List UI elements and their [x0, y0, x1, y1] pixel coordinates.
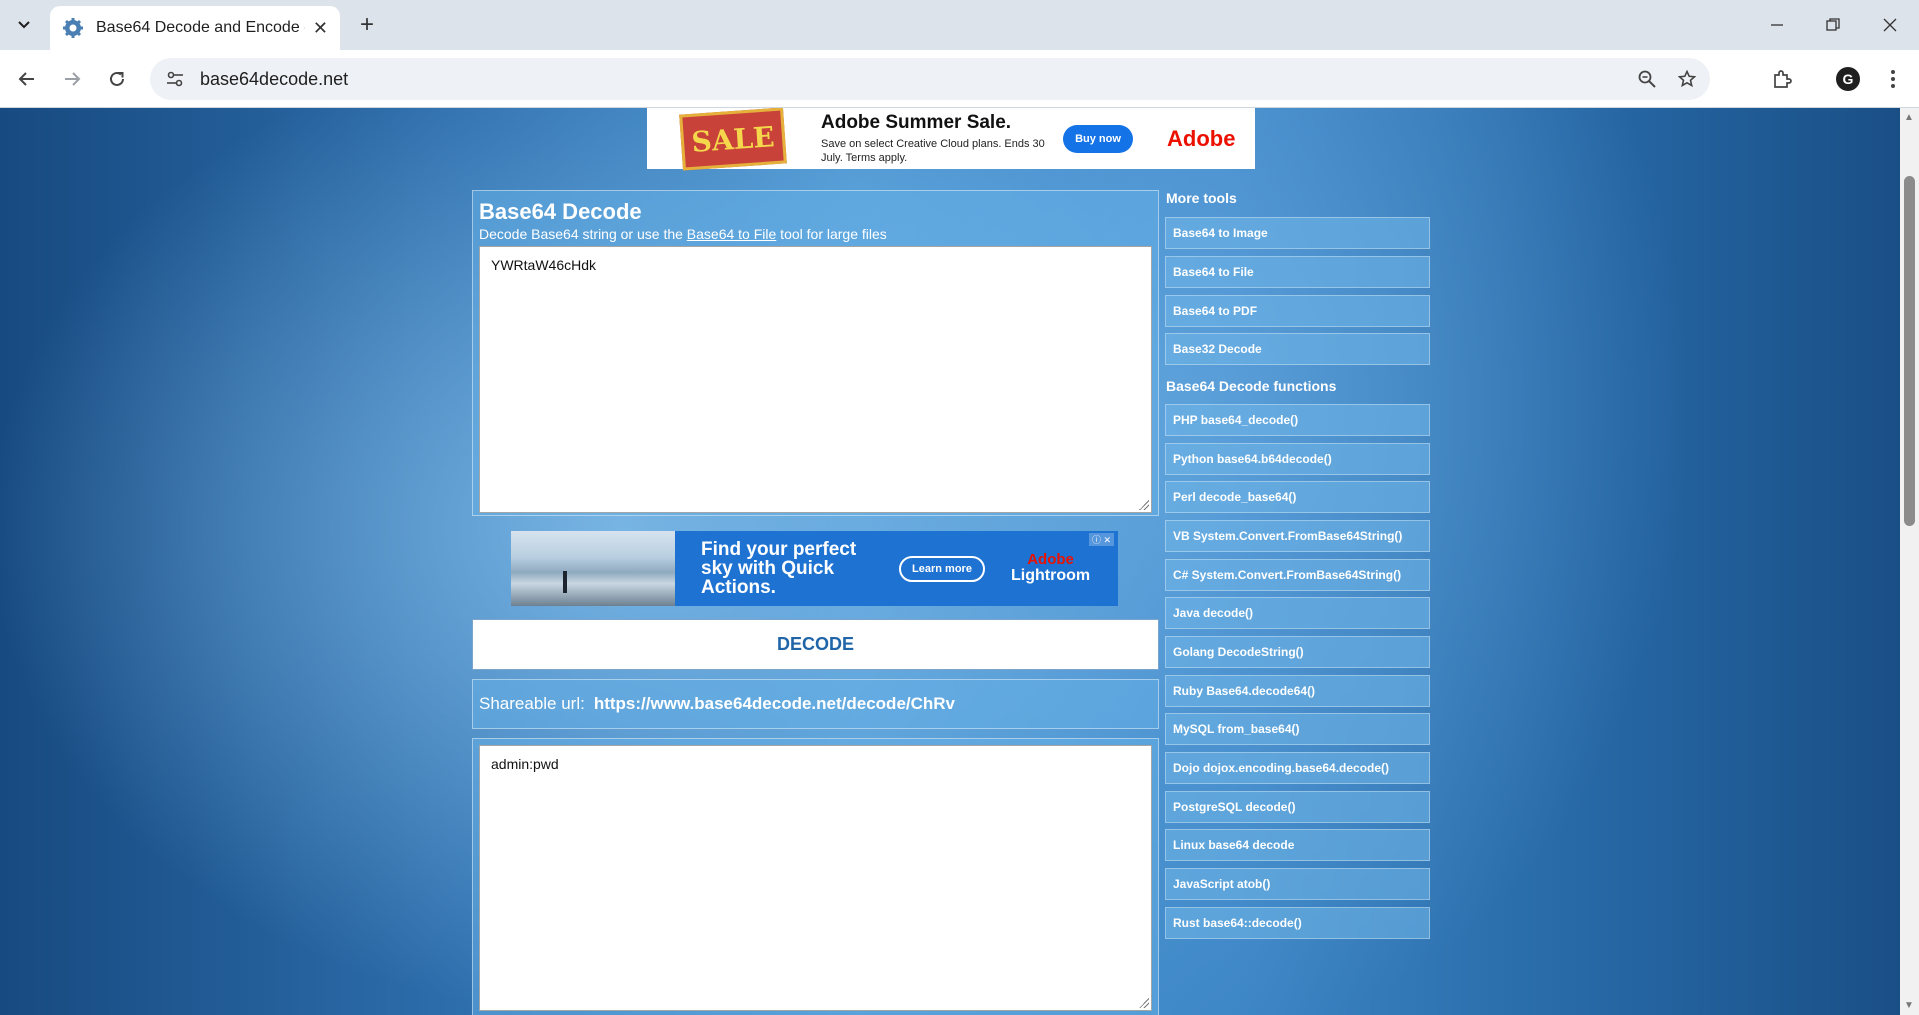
ad-sale-badge: SALE	[679, 108, 787, 171]
desc-prefix: Decode Base64 string or use the	[479, 226, 687, 242]
decode-panel: Base64 Decode Decode Base64 string or us…	[472, 190, 1159, 516]
sidebar-item-dojo[interactable]: Dojo dojox.encoding.base64.decode()	[1165, 752, 1430, 784]
gear-favicon-icon	[63, 18, 83, 38]
ad-brand-logo: Adobe	[1167, 125, 1236, 151]
tab-title: Base64 Decode and Encode - O	[96, 19, 305, 36]
bookmark-star-icon[interactable]	[1670, 62, 1704, 96]
tab-strip: Base64 Decode and Encode - O ✕ +	[0, 0, 1919, 50]
ad-lr-adobe: Adobe	[1027, 551, 1074, 569]
ad-sky-photo	[511, 531, 675, 606]
scroll-up-arrow-icon[interactable]: ▲	[1904, 112, 1914, 123]
input-text: YWRtaW46cHdk	[491, 257, 597, 273]
page-viewport: SALE Adobe Summer Sale. Save on select C…	[0, 108, 1900, 1015]
sidebar-item-linux[interactable]: Linux base64 decode	[1165, 829, 1430, 861]
restore-icon[interactable]	[1813, 8, 1853, 42]
ad-photo-figure	[563, 571, 567, 593]
sidebar-item-golang[interactable]: Golang DecodeString()	[1165, 636, 1430, 668]
profile-avatar[interactable]: G	[1836, 67, 1860, 91]
url-text[interactable]: base64decode.net	[200, 69, 1630, 90]
ad-learn-more-button[interactable]: Learn more	[899, 555, 985, 582]
sidebar-item-rust[interactable]: Rust base64::decode()	[1165, 907, 1430, 939]
reload-icon[interactable]	[100, 62, 134, 96]
scroll-down-arrow-icon[interactable]: ▼	[1904, 1000, 1914, 1011]
sidebar-item-mysql[interactable]: MySQL from_base64()	[1165, 713, 1430, 745]
address-bar[interactable]: base64decode.net	[150, 58, 1710, 100]
ad-buy-now-button[interactable]: Buy now	[1063, 124, 1133, 153]
ad-mid-headline: Find your perfect sky with Quick Actions…	[701, 539, 857, 598]
decode-button[interactable]: DECODE	[472, 619, 1159, 670]
ad-headline: Adobe Summer Sale.	[821, 111, 1012, 133]
sidebar-item-perl[interactable]: Perl decode_base64()	[1165, 481, 1430, 513]
zoom-icon[interactable]	[1630, 62, 1664, 96]
sidebar-item-base64-to-image[interactable]: Base64 to Image	[1165, 217, 1430, 249]
sidebar-item-postgresql[interactable]: PostgreSQL decode()	[1165, 791, 1430, 823]
sidebar-item-base64-to-pdf[interactable]: Base64 to PDF	[1165, 295, 1430, 327]
browser-toolbar: base64decode.net	[0, 50, 1919, 108]
ad-lightroom-logo: Adobe Lightroom	[1011, 552, 1090, 585]
base64-to-file-link[interactable]: Base64 to File	[687, 226, 777, 242]
new-tab-button[interactable]: +	[352, 10, 382, 40]
sidebar-item-vb[interactable]: VB System.Convert.FromBase64String()	[1165, 520, 1430, 552]
sidebar-item-base32-decode[interactable]: Base32 Decode	[1165, 333, 1430, 365]
resize-grip-icon[interactable]	[1139, 998, 1149, 1008]
shareable-url-link[interactable]: https://www.base64decode.net/decode/ChRv	[594, 694, 955, 714]
lightroom-ad[interactable]: Find your perfect sky with Quick Actions…	[511, 531, 1118, 606]
base64-input-textarea[interactable]: YWRtaW46cHdk	[479, 246, 1152, 513]
ad-choices-icon[interactable]: ⓘ ✕	[1088, 533, 1114, 546]
tab-close-icon[interactable]: ✕	[313, 18, 328, 39]
sidebar-item-python[interactable]: Python base64.b64decode()	[1165, 443, 1430, 475]
functions-heading: Base64 Decode functions	[1166, 378, 1337, 394]
sidebar-item-javascript[interactable]: JavaScript atob()	[1165, 868, 1430, 900]
sidebar-item-java[interactable]: Java decode()	[1165, 597, 1430, 629]
menu-kebab-icon[interactable]	[1876, 62, 1910, 96]
sidebar-item-base64-to-file[interactable]: Base64 to File	[1165, 256, 1430, 288]
scroll-thumb[interactable]	[1904, 176, 1915, 526]
resize-grip-icon[interactable]	[1139, 500, 1149, 510]
page-scrollbar[interactable]: ▲ ▼	[1900, 108, 1919, 1015]
shareable-url-panel: Shareable url: https://www.base64decode.…	[472, 679, 1159, 729]
back-arrow-icon[interactable]	[10, 62, 44, 96]
more-tools-heading: More tools	[1166, 190, 1237, 206]
close-window-icon[interactable]	[1870, 8, 1910, 42]
sidebar-item-csharp[interactable]: C# System.Convert.FromBase64String()	[1165, 559, 1430, 591]
site-info-icon[interactable]	[162, 66, 188, 92]
decoded-output-textarea[interactable]: admin:pwd	[479, 745, 1152, 1011]
sidebar-item-ruby[interactable]: Ruby Base64.decode64()	[1165, 675, 1430, 707]
forward-arrow-icon[interactable]	[55, 62, 89, 96]
output-text: admin:pwd	[491, 756, 559, 772]
ad-text-block: Adobe Summer Sale. Save on select Creati…	[821, 112, 1059, 166]
decode-description: Decode Base64 string or use the Base64 t…	[479, 226, 887, 242]
adobe-sale-ad[interactable]: SALE Adobe Summer Sale. Save on select C…	[647, 108, 1255, 171]
shareable-url-label: Shareable url:	[479, 694, 585, 713]
desc-suffix: tool for large files	[776, 226, 887, 242]
extensions-puzzle-icon[interactable]	[1765, 62, 1799, 96]
tab-search-chevron-icon[interactable]	[10, 12, 38, 38]
page-title: Base64 Decode	[479, 199, 642, 224]
ad-lr-product: Lightroom	[1011, 566, 1091, 584]
sidebar-item-php[interactable]: PHP base64_decode()	[1165, 404, 1430, 436]
output-panel: admin:pwd	[472, 738, 1159, 1015]
browser-tab[interactable]: Base64 Decode and Encode - O ✕	[50, 6, 340, 50]
minimize-icon[interactable]	[1757, 8, 1797, 42]
ad-subtext: Save on select Creative Cloud plans. End…	[821, 137, 1045, 164]
